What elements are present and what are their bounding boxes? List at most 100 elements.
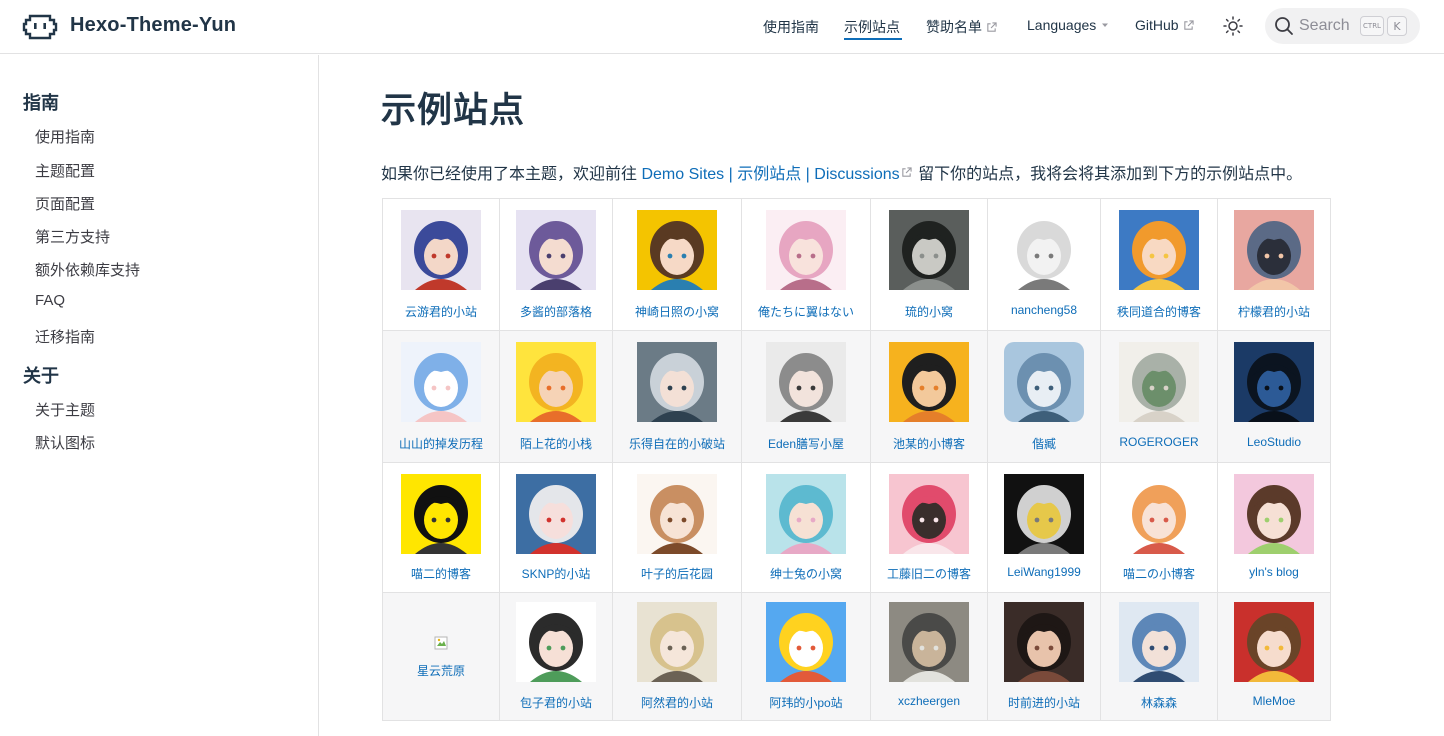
site-card[interactable]: LeiWang1999 [987, 462, 1101, 593]
yellow-duck-icon[interactable] [766, 602, 846, 682]
site-card[interactable]: 喵二的博客 [382, 462, 500, 593]
discussions-link[interactable]: Demo Sites | 示例站点 | Discussions [641, 166, 899, 183]
site-name-link[interactable]: 柠檬君的小站 [1218, 303, 1330, 320]
man-photo-icon[interactable] [889, 602, 969, 682]
site-name-link[interactable]: ROGEROGER [1101, 435, 1217, 449]
site-name-link[interactable]: 时前进的小站 [988, 694, 1100, 711]
anime-girl-blue-hair-horns-icon[interactable] [401, 210, 481, 290]
chibi-girl-sign-icon[interactable] [516, 602, 596, 682]
site-card[interactable]: MleMoe [1217, 592, 1331, 721]
anime-girl-yellow-background-icon[interactable] [637, 210, 717, 290]
sidebar-item-extra-deps[interactable]: 额外依赖库支持 [35, 259, 140, 280]
site-card[interactable]: LeoStudio [1217, 330, 1331, 463]
site-name-link[interactable]: 偕臧 [988, 435, 1100, 452]
site-card[interactable]: 偕臧 [987, 330, 1101, 463]
search-button[interactable]: Search CTRL K [1265, 8, 1420, 44]
site-name-link[interactable]: LeoStudio [1218, 435, 1330, 449]
site-title[interactable]: Hexo-Theme-Yun [70, 14, 236, 37]
sidebar-item-faq[interactable]: FAQ [35, 292, 65, 309]
nav-languages-dropdown[interactable]: Languages [1027, 17, 1110, 33]
sidebar-item-about-theme[interactable]: 关于主题 [35, 399, 95, 420]
site-name-link[interactable]: 乐得自在的小破站 [613, 435, 741, 452]
site-card[interactable]: 叶子的后花园 [612, 462, 742, 593]
anime-girl-chibi-red-icon[interactable] [1234, 602, 1314, 682]
site-name-link[interactable]: xczheergen [871, 694, 987, 708]
cloud-logo-icon[interactable] [22, 12, 58, 40]
dark-blue-silhouette-icon[interactable] [1234, 342, 1314, 422]
site-name-link[interactable]: LeiWang1999 [988, 565, 1100, 579]
site-card[interactable]: 山山的掉发历程 [382, 330, 500, 463]
nav-github[interactable]: GitHub [1135, 17, 1194, 33]
site-name-link[interactable]: 包子君的小站 [500, 694, 612, 711]
site-name-link[interactable]: 阿玮的小po站 [742, 694, 870, 711]
anime-girl-purple-hair-icon[interactable] [516, 210, 596, 290]
site-name-link[interactable]: 林森森 [1101, 694, 1217, 711]
sleeping-anime-boy-icon[interactable] [1004, 342, 1084, 422]
theme-toggle-sun-icon[interactable] [1222, 15, 1244, 37]
woman-portrait-icon[interactable] [1004, 602, 1084, 682]
anime-girl-brown-hair-icon[interactable] [637, 474, 717, 554]
site-card[interactable]: 多酱的部落格 [499, 198, 613, 331]
anime-catgirl-flowers-icon[interactable] [1234, 474, 1314, 554]
site-name-link[interactable]: 叶子的后花园 [613, 565, 741, 582]
site-name-link[interactable]: SKNP的小站 [500, 565, 612, 582]
site-card[interactable]: ROGEROGER [1100, 330, 1218, 463]
sidebar-item-usage[interactable]: 使用指南 [35, 126, 95, 147]
sidebar-item-migration[interactable]: 迁移指南 [35, 326, 95, 347]
site-name-link[interactable]: 喵二の小博客 [1101, 565, 1217, 582]
anime-girl-gray-hair-icon[interactable] [766, 342, 846, 422]
site-name-link[interactable]: 池某的小博客 [871, 435, 987, 452]
site-name-link[interactable]: 工藤旧二の博客 [871, 565, 987, 582]
site-card[interactable]: 绅士兔の小窝 [741, 462, 871, 593]
site-name-link[interactable]: MleMoe [1218, 694, 1330, 708]
site-name-link[interactable]: 陌上花的小栈 [500, 435, 612, 452]
grayscale-girl-photo-icon[interactable] [889, 210, 969, 290]
site-name-link[interactable]: Eden膳写小屋 [742, 435, 870, 452]
anime-girl-silver-hair-icon[interactable] [637, 342, 717, 422]
frog-painting-icon[interactable] [1119, 342, 1199, 422]
site-name-link[interactable]: 琉的小窝 [871, 303, 987, 320]
site-card[interactable]: Eden膳写小屋 [741, 330, 871, 463]
anime-girl-teal-hair-icon[interactable] [766, 474, 846, 554]
site-card[interactable]: 包子君的小站 [499, 592, 613, 721]
site-card[interactable]: 池某的小博客 [870, 330, 988, 463]
yellow-sketch-face-icon[interactable] [401, 474, 481, 554]
anime-boy-blond-icon[interactable] [637, 602, 717, 682]
cartoon-boy-cap-icon[interactable] [889, 342, 969, 422]
site-name-link[interactable]: 阿然君的小站 [613, 694, 741, 711]
nav-demo-sites[interactable]: 示例站点 [844, 17, 900, 37]
sidebar-item-third-party[interactable]: 第三方支持 [35, 226, 110, 247]
site-card[interactable]: 陌上花的小栈 [499, 330, 613, 463]
site-card[interactable]: 琉的小窝 [870, 198, 988, 331]
site-card[interactable]: 云游君的小站 [382, 198, 500, 331]
site-name-link[interactable]: 秩同道合的博客 [1101, 303, 1217, 320]
sidebar-item-page-config[interactable]: 页面配置 [35, 193, 95, 214]
site-name-link[interactable]: 喵二的博客 [383, 565, 499, 582]
site-name-link[interactable]: 绅士兔の小窝 [742, 565, 870, 582]
site-name-link[interactable]: 多酱的部落格 [500, 303, 612, 320]
site-name-link[interactable]: yln's blog [1218, 565, 1330, 579]
hamster-sketch-icon[interactable] [1004, 210, 1084, 290]
site-name-link[interactable]: 俺たちに翼はない [742, 303, 870, 320]
site-name-link[interactable]: 云游君的小站 [383, 303, 499, 320]
site-card[interactable]: 喵二の小博客 [1100, 462, 1218, 593]
site-card[interactable]: xczheergen [870, 592, 988, 721]
site-card[interactable]: 工藤旧二の博客 [870, 462, 988, 593]
site-card[interactable]: 神崎日照の小窝 [612, 198, 742, 331]
site-card[interactable]: 柠檬君的小站 [1217, 198, 1331, 331]
site-name-link[interactable]: 山山的掉发历程 [383, 435, 499, 452]
site-name-link[interactable]: 神崎日照の小窝 [613, 303, 741, 320]
site-card[interactable]: 阿玮的小po站 [741, 592, 871, 721]
broken-image-icon[interactable] [434, 636, 448, 650]
site-card[interactable]: SKNP的小站 [499, 462, 613, 593]
site-name-link[interactable]: 星云荒原 [383, 662, 499, 679]
sunset-silhouette-icon[interactable] [1234, 210, 1314, 290]
site-card[interactable]: 俺たちに翼はない [741, 198, 871, 331]
site-card[interactable]: 林森森 [1100, 592, 1218, 721]
chibi-girl-blanket-icon[interactable] [401, 342, 481, 422]
anime-girl-orange-hair-icon[interactable] [1119, 210, 1199, 290]
site-card[interactable]: 阿然君的小站 [612, 592, 742, 721]
site-name-link[interactable]: nancheng58 [988, 303, 1100, 317]
dark-text-card-icon[interactable] [1004, 474, 1084, 554]
yellow-cat-hood-kid-icon[interactable] [516, 342, 596, 422]
